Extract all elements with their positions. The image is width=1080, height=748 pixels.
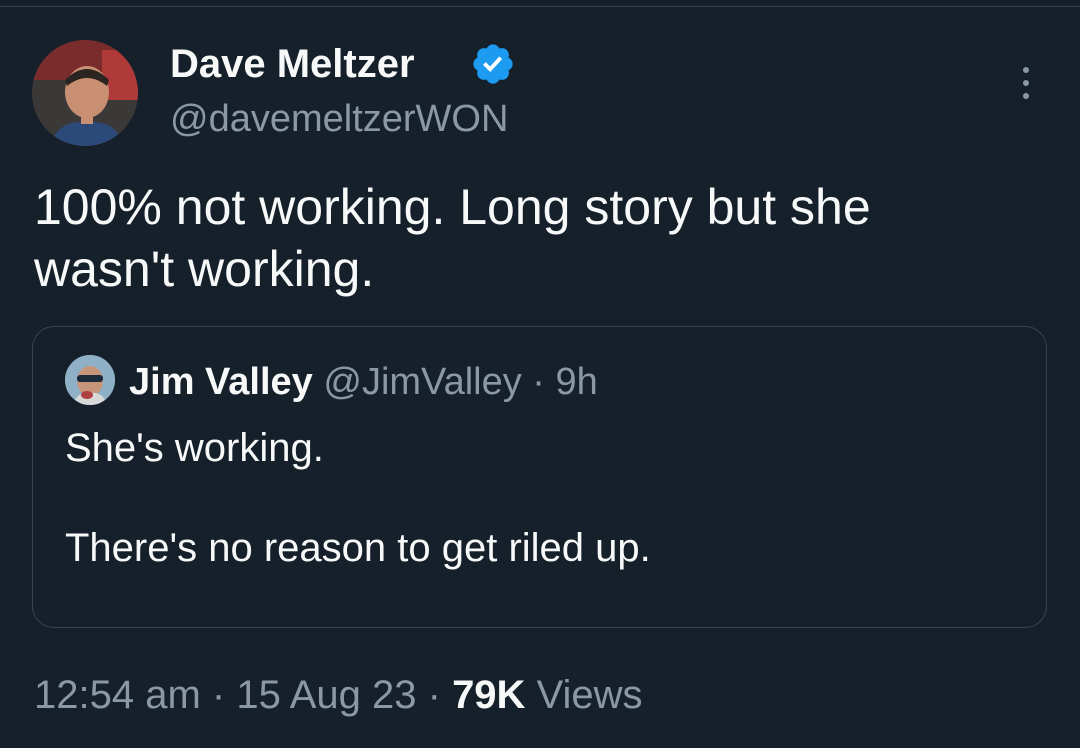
views-label: Views (525, 673, 643, 717)
quote-header: Jim Valley @JimValley · 9h (129, 359, 598, 405)
author-avatar[interactable] (32, 40, 138, 146)
quote-author-handle[interactable]: @JimValley (323, 361, 521, 403)
quote-author-name[interactable]: Jim Valley (129, 361, 313, 403)
quote-author-avatar-image (65, 355, 115, 405)
meta-separator: · (416, 673, 453, 717)
quote-author-avatar[interactable] (65, 355, 115, 405)
top-divider (0, 6, 1080, 7)
author-handle[interactable]: @davemeltzerWON (170, 96, 508, 142)
views-count[interactable]: 79K (452, 673, 525, 717)
tweet-time[interactable]: 12:54 am (34, 673, 201, 717)
quote-text: She's working. There's no reason to get … (65, 426, 651, 570)
quoted-tweet-card[interactable]: Jim Valley @JimValley · 9h She's working… (32, 326, 1047, 628)
quote-timestamp[interactable]: 9h (556, 361, 598, 403)
quote-separator: · (532, 361, 545, 403)
meta-separator: · (200, 673, 237, 717)
more-vertical-icon (1023, 67, 1029, 73)
more-vertical-icon-dot (1023, 93, 1029, 99)
verified-badge-icon (473, 44, 513, 84)
tweet-text: 100% not working. Long story but she was… (34, 179, 871, 297)
tweet-meta: 12:54 am · 15 Aug 23 · 79K Views (34, 670, 643, 720)
author-name[interactable]: Dave Meltzer (170, 40, 415, 88)
author-avatar-image (32, 40, 138, 146)
tweet-date[interactable]: 15 Aug 23 (236, 673, 416, 717)
more-vertical-icon-dot (1023, 80, 1029, 86)
more-options-button[interactable] (1010, 60, 1042, 106)
